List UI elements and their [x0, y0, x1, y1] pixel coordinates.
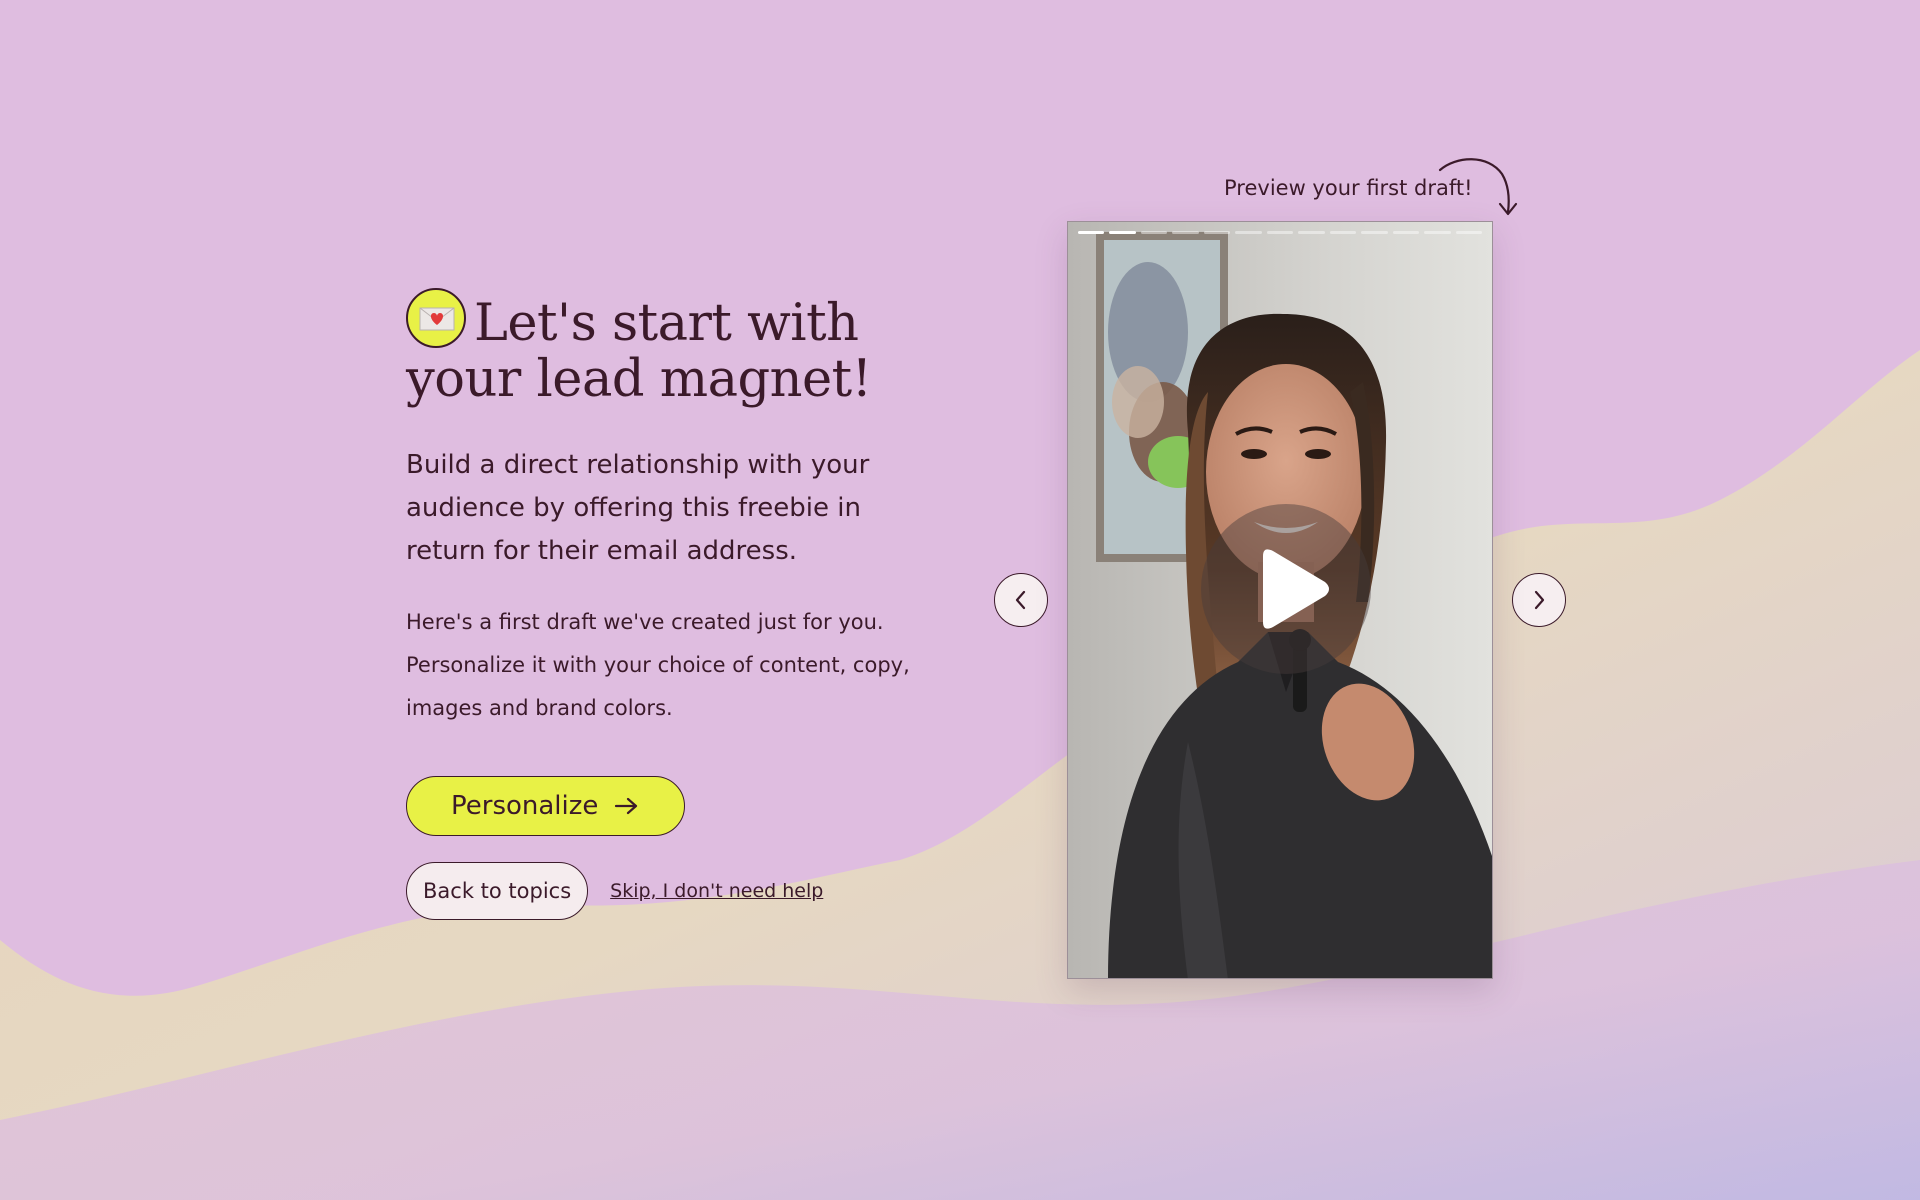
- progress-segment: [1140, 231, 1168, 234]
- headline-line-2: your lead magnet!: [406, 350, 872, 409]
- progress-segment: [1172, 231, 1199, 234]
- progress-segment: [1235, 231, 1262, 234]
- chevron-right-icon: [1534, 590, 1545, 610]
- story-progress: [1078, 231, 1483, 234]
- play-icon: [1263, 549, 1329, 629]
- love-letter-icon: [406, 288, 466, 348]
- back-to-topics-button[interactable]: Back to topics: [406, 862, 589, 920]
- previous-button[interactable]: [994, 573, 1048, 627]
- intro-panel: Let's start with your lead magnet! Build…: [406, 288, 926, 920]
- secondary-actions: Back to topics Skip, I don't need help: [406, 862, 926, 920]
- chevron-left-icon: [1015, 590, 1026, 610]
- video-preview[interactable]: [1067, 221, 1493, 979]
- progress-segment: [1361, 231, 1388, 234]
- lead-paragraph: Build a direct relationship with your au…: [406, 450, 870, 566]
- page-title: Let's start with your lead magnet!: [406, 288, 926, 408]
- progress-segment: [1392, 231, 1420, 234]
- progress-segment: [1424, 231, 1451, 234]
- headline-line-1: Let's start with: [474, 294, 859, 353]
- progress-segment: [1298, 231, 1325, 234]
- progress-segment: [1266, 231, 1294, 234]
- progress-segment: [1109, 231, 1136, 234]
- personalize-button[interactable]: Personalize: [406, 776, 686, 836]
- progress-segment: [1329, 231, 1357, 234]
- arrow-right-icon: [615, 797, 638, 815]
- curved-arrow-icon: [1438, 158, 1518, 216]
- play-button[interactable]: [1201, 504, 1371, 674]
- progress-segment: [1078, 231, 1105, 234]
- personalize-label: Personalize: [451, 791, 599, 821]
- next-button[interactable]: [1512, 573, 1566, 627]
- progress-segment: [1203, 231, 1231, 234]
- progress-segment: [1455, 231, 1483, 234]
- sub-paragraph: Here's a first draft we've created just …: [406, 610, 910, 720]
- skip-link[interactable]: Skip, I don't need help: [610, 880, 823, 902]
- background-wave: [0, 350, 1920, 1200]
